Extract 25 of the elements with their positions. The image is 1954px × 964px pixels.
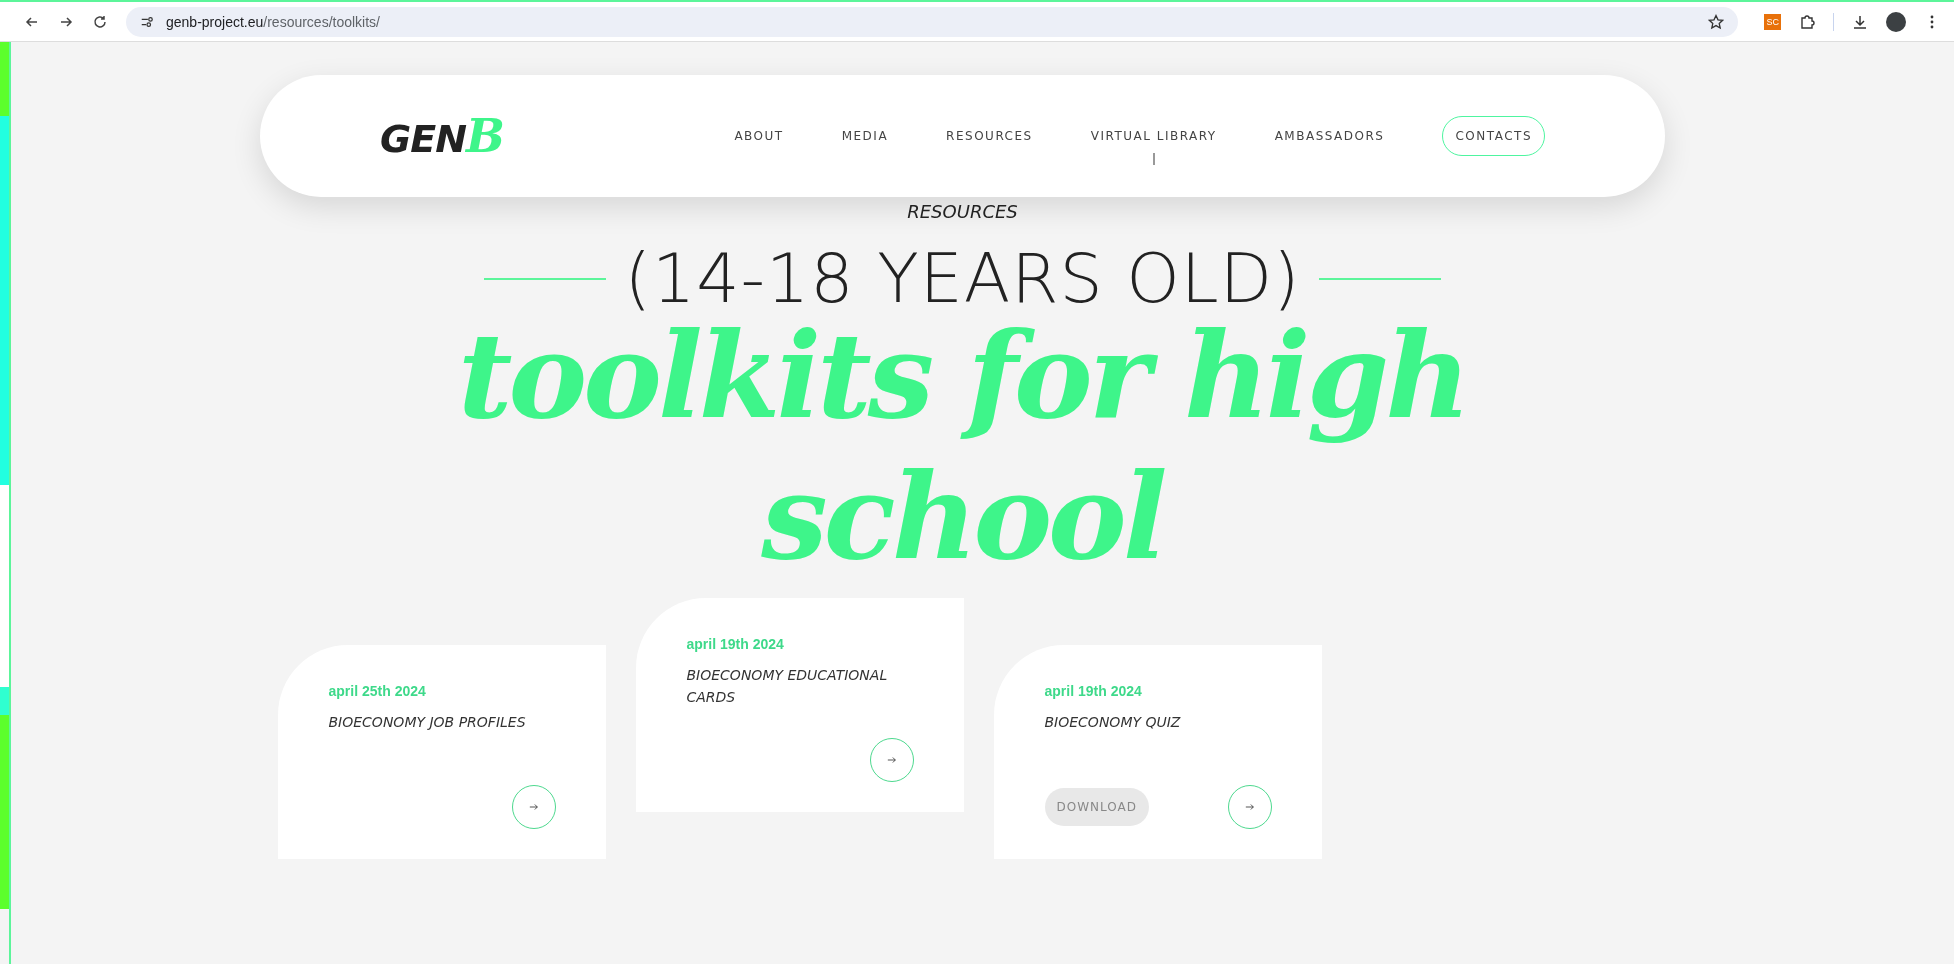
address-bar[interactable]: genb-project.eu/resources/toolkits/	[126, 6, 1739, 37]
card-title: BIOECONOMY EDUCATIONAL CARDS	[686, 666, 889, 707]
logo[interactable]: GENB	[380, 109, 504, 163]
card-date: april 25th 2024	[328, 683, 427, 699]
download-icon[interactable]	[1852, 13, 1868, 30]
nav-link[interactable]: RESOURCES	[946, 129, 1033, 143]
reload-icon[interactable]	[92, 13, 108, 30]
nav-link[interactable]: ABOUT	[734, 129, 784, 143]
arrow-icon	[528, 802, 539, 812]
star-icon[interactable]	[1708, 13, 1725, 30]
nav-link[interactable]: VIRTUAL LIBRARY	[1090, 129, 1217, 143]
arrow-icon	[886, 755, 897, 765]
card-date: april 19th 2024	[1044, 683, 1143, 699]
url-text: genb-project.eu/resources/toolkits/	[166, 13, 381, 30]
nav-link[interactable]: MEDIA	[841, 129, 889, 143]
nav-link[interactable]: AMBASSADORS	[1274, 129, 1385, 143]
card-title: BIOECONOMY JOB PROFILES	[328, 713, 527, 732]
puzzle-icon[interactable]	[1799, 13, 1815, 30]
profile-avatar[interactable]	[1886, 11, 1906, 32]
arrow-icon	[1244, 802, 1255, 812]
text-cursor-icon	[1151, 153, 1156, 165]
breadcrumb: RESOURCES	[907, 201, 1018, 222]
card-date: april 19th 2024	[686, 636, 785, 652]
card-title: BIOECONOMY QUIZ	[1044, 713, 1182, 732]
site-settings-icon[interactable]	[140, 14, 154, 29]
